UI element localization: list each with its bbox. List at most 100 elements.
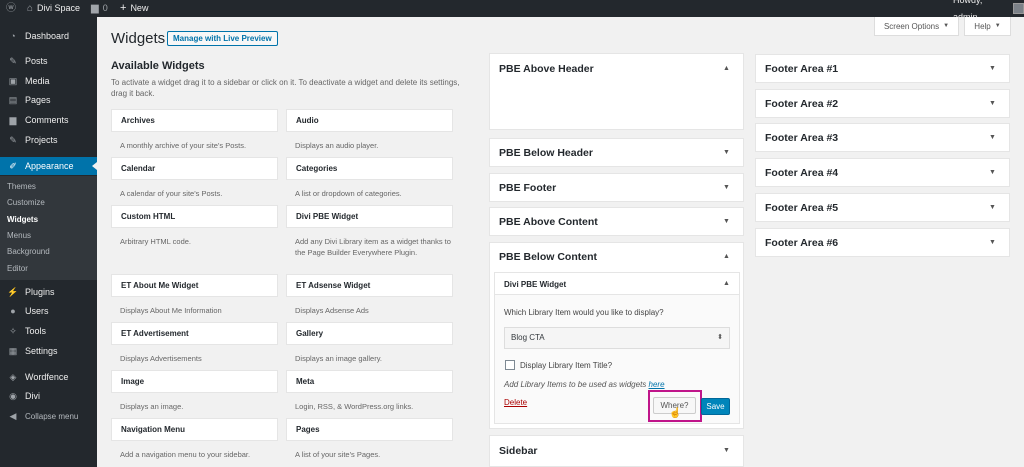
widget-title: Pages: [286, 418, 453, 441]
area-footer-2[interactable]: Footer Area #2 ▼: [755, 89, 1010, 118]
sidebar-item-dashboard[interactable]: ◔ Dashboard: [0, 27, 97, 45]
area-pbe-above-content[interactable]: PBE Above Content ▼: [489, 207, 744, 236]
sidebar-item-posts[interactable]: ✎ Posts: [0, 52, 97, 70]
chevron-down-icon[interactable]: ▼: [989, 239, 996, 246]
widget-calendar[interactable]: Calendar A calendar of your site's Posts…: [111, 157, 278, 199]
account-menu[interactable]: Howdy, admin: [953, 0, 1024, 22]
widget-header[interactable]: Divi PBE Widget ▲: [495, 273, 739, 295]
widget-et-about-me[interactable]: ET About Me Widget Displays About Me Inf…: [111, 274, 278, 316]
area-pbe-above-header[interactable]: PBE Above Header ▲: [489, 53, 744, 130]
area-sidebar[interactable]: Sidebar ▼: [489, 435, 744, 467]
widget-archives[interactable]: Archives A monthly archive of your site'…: [111, 109, 278, 151]
widget-audio[interactable]: Audio Displays an audio player.: [286, 109, 453, 151]
widget-description: Login, RSS, & WordPress.org links.: [295, 402, 414, 411]
sidebar-item-appearance[interactable]: ✐ Appearance: [0, 157, 97, 175]
live-preview-button[interactable]: Manage with Live Preview: [167, 31, 278, 46]
chevron-up-icon[interactable]: ▲: [723, 65, 730, 72]
area-footer-3[interactable]: Footer Area #3 ▼: [755, 123, 1010, 152]
help-button[interactable]: Help ▼: [964, 17, 1011, 36]
chevron-down-icon: ▼: [994, 23, 1001, 29]
sidebar-item-projects[interactable]: ✎ Projects: [0, 131, 97, 149]
area-pbe-below-header[interactable]: PBE Below Header ▼: [489, 138, 744, 167]
chevron-updown-icon: ⬍: [717, 334, 723, 341]
widget-custom-html[interactable]: Custom HTML Arbitrary HTML code.: [111, 205, 278, 247]
chevron-down-icon[interactable]: ▼: [723, 218, 730, 225]
widget-title: ET Adsense Widget: [286, 274, 453, 297]
submenu-menus[interactable]: Menus: [7, 228, 31, 244]
sidebar-item-comments[interactable]: ▆ Comments: [0, 111, 97, 129]
sidebar-item-wordfence[interactable]: ◈ Wordfence: [0, 368, 97, 386]
sidebar-item-divi[interactable]: ◉ Divi: [0, 387, 97, 405]
chevron-up-icon[interactable]: ▲: [723, 253, 730, 260]
widget-description: Add any Divi Library item as a widget th…: [295, 237, 451, 257]
wordfence-icon: ◈: [9, 371, 17, 382]
comments-link[interactable]: ▆ 0: [91, 0, 108, 17]
widget-gallery[interactable]: Gallery Displays an image gallery.: [286, 322, 453, 364]
chevron-down-icon[interactable]: ▼: [723, 447, 730, 454]
sidebar-item-media[interactable]: ▣ Media: [0, 72, 97, 90]
submenu-themes[interactable]: Themes: [7, 179, 36, 195]
chevron-down-icon[interactable]: ▼: [989, 169, 996, 176]
sidebar-item-users[interactable]: ● Users: [0, 302, 97, 320]
area-footer-5[interactable]: Footer Area #5 ▼: [755, 193, 1010, 222]
save-button[interactable]: Save: [701, 398, 730, 415]
widget-divi-pbe[interactable]: Divi PBE Widget Add any Divi Library ite…: [286, 205, 453, 258]
plugin-icon: ⚡: [7, 286, 19, 297]
collapse-icon: ◀: [9, 410, 17, 421]
new-content-link[interactable]: + New: [120, 0, 148, 17]
widget-description: Displays an audio player.: [295, 141, 379, 150]
add-items-note: Add Library Items to be used as widgets …: [504, 380, 665, 389]
admin-bar: ⓦ ⌂ Divi Space ▆ 0 + New Howdy, admin: [0, 0, 1024, 22]
submenu-editor[interactable]: Editor: [7, 261, 28, 277]
widget-title: Divi PBE Widget: [286, 205, 453, 228]
tools-icon: ✧: [9, 325, 17, 336]
site-name-link[interactable]: ⌂ Divi Space: [27, 0, 80, 17]
widget-description: Displays an image.: [120, 402, 184, 411]
widget-description: A list of your site's Pages.: [295, 450, 381, 459]
library-item-select[interactable]: Blog CTA ⬍: [504, 327, 730, 349]
submenu-customize[interactable]: Customize: [7, 195, 45, 211]
add-items-link[interactable]: here: [649, 380, 665, 389]
wordpress-logo-icon[interactable]: ⓦ: [6, 0, 16, 17]
chevron-down-icon[interactable]: ▼: [989, 134, 996, 141]
widget-et-adsense[interactable]: ET Adsense Widget Displays Adsense Ads: [286, 274, 453, 316]
area-pbe-footer[interactable]: PBE Footer ▼: [489, 173, 744, 202]
widget-description: Add a navigation menu to your sidebar.: [120, 450, 251, 459]
chevron-down-icon[interactable]: ▼: [989, 65, 996, 72]
display-title-checkbox[interactable]: [505, 360, 515, 370]
chevron-up-icon[interactable]: ▲: [723, 280, 730, 287]
chevron-down-icon[interactable]: ▼: [989, 204, 996, 211]
widget-navigation-menu[interactable]: Navigation Menu Add a navigation menu to…: [111, 418, 278, 460]
chevron-down-icon[interactable]: ▼: [723, 149, 730, 156]
dashboard-icon: ◔: [10, 31, 16, 41]
area-footer-6[interactable]: Footer Area #6 ▼: [755, 228, 1010, 257]
widget-image[interactable]: Image Displays an image.: [111, 370, 278, 412]
collapse-menu-button[interactable]: ◀ Collapse menu: [0, 407, 97, 425]
screen-options-button[interactable]: Screen Options ▼: [874, 17, 959, 36]
sidebar-item-settings[interactable]: ▦ Settings: [0, 342, 97, 360]
comments-icon: ▆: [9, 114, 17, 125]
comment-bubble-icon: ▆: [91, 3, 99, 14]
submenu-background[interactable]: Background: [7, 244, 50, 260]
area-footer-4[interactable]: Footer Area #4 ▼: [755, 158, 1010, 187]
widget-title: Calendar: [111, 157, 278, 180]
sidebar-item-plugins[interactable]: ⚡ Plugins: [0, 283, 97, 301]
widget-title: Gallery: [286, 322, 453, 345]
chevron-down-icon[interactable]: ▼: [989, 100, 996, 107]
submenu-widgets[interactable]: Widgets: [7, 212, 38, 228]
widget-title: ET Advertisement: [111, 322, 278, 345]
widget-categories[interactable]: Categories A list or dropdown of categor…: [286, 157, 453, 199]
widget-pages[interactable]: Pages A list of your site's Pages.: [286, 418, 453, 460]
pages-icon: ▤: [8, 94, 18, 105]
sidebar-item-tools[interactable]: ✧ Tools: [0, 322, 97, 340]
sidebar-item-pages[interactable]: ▤ Pages: [0, 91, 97, 109]
chevron-down-icon[interactable]: ▼: [723, 184, 730, 191]
chevron-down-icon: ▼: [943, 23, 950, 29]
projects-icon: ✎: [9, 134, 17, 145]
widget-description: A calendar of your site's Posts.: [120, 189, 223, 198]
area-footer-1[interactable]: Footer Area #1 ▼: [755, 54, 1010, 83]
delete-link[interactable]: Delete: [504, 398, 527, 407]
widget-et-advertisement[interactable]: ET Advertisement Displays Advertisements: [111, 322, 278, 364]
widget-title: ET About Me Widget: [111, 274, 278, 297]
widget-meta[interactable]: Meta Login, RSS, & WordPress.org links.: [286, 370, 453, 412]
